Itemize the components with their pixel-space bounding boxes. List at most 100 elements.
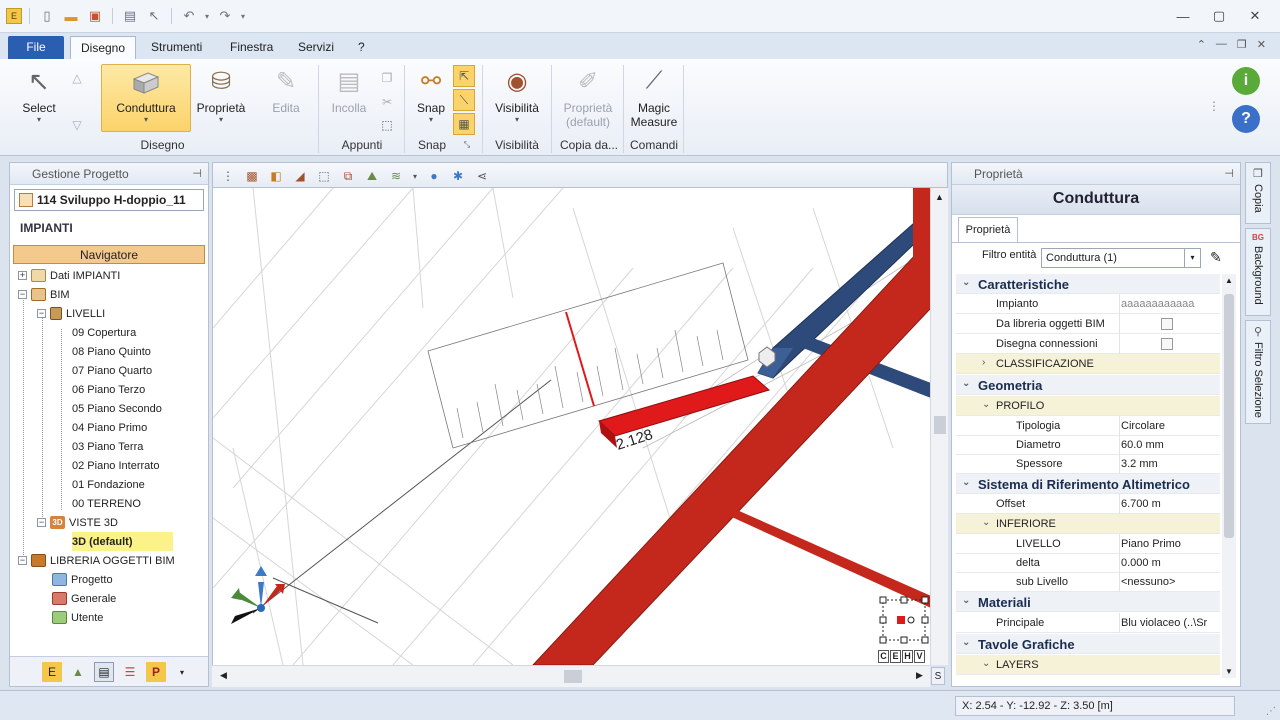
- sphere-icon[interactable]: ●: [425, 167, 443, 185]
- mdi-restore-icon[interactable]: ❐: [1237, 38, 1247, 51]
- tab-file[interactable]: File: [8, 36, 64, 59]
- tree-item-level[interactable]: 03 Piano Terra: [72, 437, 143, 456]
- property-row[interactable]: Offset 6.700 m: [956, 494, 1220, 514]
- tree-item-level[interactable]: 08 Piano Quinto: [72, 342, 151, 361]
- scroll-up-icon[interactable]: △: [66, 67, 88, 89]
- visibilita-button[interactable]: ◉ Visibilità ▾: [490, 65, 544, 125]
- property-row[interactable]: Principale Blu violaceo (..\Sr: [956, 613, 1220, 633]
- snap-button[interactable]: ⚯ Snap ▾: [410, 65, 452, 125]
- tree-item-progetto[interactable]: Progetto: [52, 570, 113, 589]
- snap-endpoint-icon[interactable]: ⇱: [453, 65, 475, 87]
- side-tab-filtro[interactable]: ⚲ Filtro Selezione: [1245, 320, 1271, 424]
- collapse-icon[interactable]: −: [37, 518, 46, 527]
- viewport-horizontal-scrollbar[interactable]: ◀ ▶: [212, 665, 930, 687]
- pin-icon[interactable]: ⊣: [1224, 167, 1234, 180]
- tree-item-level[interactable]: 07 Piano Quarto: [72, 361, 152, 380]
- tree-item-level[interactable]: 01 Fondazione: [72, 475, 145, 494]
- magic-measure-button[interactable]: ⟋ Magic Measure: [628, 65, 680, 129]
- scroll-down-arrow-icon[interactable]: ▼: [1222, 667, 1236, 676]
- subcategory-classificazione[interactable]: › CLASSIFICAZIONE: [956, 354, 1220, 374]
- tree-item-libreria[interactable]: − LIBRERIA OGGETTI BIM: [18, 551, 175, 570]
- checkbox[interactable]: [1161, 338, 1173, 350]
- proprieta-button[interactable]: ⛁ Proprietà ▾: [194, 65, 248, 125]
- tree-item-level[interactable]: 02 Piano Interrato: [72, 456, 159, 475]
- side-tab-background[interactable]: BG Background: [1245, 228, 1271, 316]
- conduttura-button[interactable]: Conduttura ▾: [101, 64, 191, 132]
- chevron-down-icon[interactable]: ▾: [1184, 249, 1200, 267]
- redo-icon[interactable]: ↷: [215, 6, 235, 26]
- collapse-icon[interactable]: −: [18, 556, 27, 565]
- navigator-header[interactable]: Navigatore: [13, 245, 205, 264]
- cut-icon[interactable]: ✂: [376, 91, 398, 113]
- axis-icon[interactable]: ✱: [449, 167, 467, 185]
- collapse-icon[interactable]: −: [37, 309, 46, 318]
- select-button[interactable]: ↖ Select ▾: [14, 65, 64, 125]
- render-icon[interactable]: ▩: [243, 167, 261, 185]
- property-row[interactable]: Impianto aaaaaaaaaaaa: [956, 294, 1220, 314]
- property-row[interactable]: sub Livello <nessuno>: [956, 572, 1220, 592]
- category-geometria[interactable]: ⌄ Geometria: [956, 375, 1220, 395]
- edita-button[interactable]: ✎ Edita: [260, 65, 312, 116]
- tree-item-level[interactable]: 06 Piano Terzo: [72, 380, 145, 399]
- minimize-icon[interactable]: —: [1166, 6, 1200, 26]
- 3d-viewport[interactable]: 2.128: [212, 188, 930, 665]
- view-v-button[interactable]: V: [914, 650, 925, 663]
- expand-icon[interactable]: +: [18, 271, 27, 280]
- close-icon[interactable]: ✕: [1238, 6, 1272, 26]
- scroll-corner-button[interactable]: S: [931, 667, 945, 685]
- tree-item-level[interactable]: 04 Piano Primo: [72, 418, 147, 437]
- grid-icon[interactable]: ⋮: [219, 167, 237, 185]
- tab-disegno[interactable]: Disegno: [70, 36, 137, 59]
- category-tavole[interactable]: ⌄ Tavole Grafiche: [956, 634, 1220, 654]
- property-row[interactable]: Da libreria oggetti BIM: [956, 314, 1220, 334]
- view-c-button[interactable]: C: [878, 650, 889, 663]
- view-e-button[interactable]: E: [890, 650, 901, 663]
- scroll-thumb[interactable]: [934, 416, 946, 434]
- checkbox[interactable]: [1161, 318, 1173, 330]
- project-selector[interactable]: 114 Sviluppo H-doppio_11: [14, 189, 204, 211]
- tree-item-livelli[interactable]: − LIVELLI: [37, 304, 105, 323]
- layers-view-icon[interactable]: ≋: [387, 167, 405, 185]
- terrain-view-icon[interactable]: ⛰: [363, 167, 381, 185]
- scroll-up-arrow-icon[interactable]: ▲: [931, 192, 948, 202]
- dialog-launcher-icon[interactable]: ⤡: [461, 139, 473, 151]
- subcategory-inferiore[interactable]: ⌄ INFERIORE: [956, 514, 1220, 534]
- tree-item-level[interactable]: 09 Copertura: [72, 323, 136, 342]
- select-region-icon[interactable]: ⬚: [376, 114, 398, 136]
- undo-dropdown-icon[interactable]: ▾: [203, 6, 211, 26]
- project-icon[interactable]: E: [42, 662, 62, 682]
- category-materiali[interactable]: ⌄ Materiali: [956, 592, 1220, 612]
- mdi-close-icon[interactable]: ✕: [1257, 38, 1266, 51]
- app-icon[interactable]: E: [6, 8, 22, 24]
- layers-icon[interactable]: ☰: [120, 662, 140, 682]
- tab-finestra[interactable]: Finestra: [220, 36, 283, 59]
- save-icon[interactable]: ▣: [85, 6, 105, 26]
- axis-gizmo[interactable]: [231, 566, 285, 624]
- customize-dropdown-icon[interactable]: ▾: [239, 6, 247, 26]
- view-cube[interactable]: [879, 596, 929, 644]
- property-row[interactable]: Tipologia Circolare: [956, 416, 1220, 436]
- scroll-up-arrow-icon[interactable]: ▲: [1222, 276, 1236, 285]
- undo-icon[interactable]: ↶: [179, 6, 199, 26]
- copy-icon[interactable]: ❐: [376, 67, 398, 89]
- property-row[interactable]: LIVELLO Piano Primo: [956, 534, 1220, 554]
- subcategory-layers[interactable]: ⌄ LAYERS: [956, 655, 1220, 675]
- pin-icon[interactable]: ⊣: [192, 167, 202, 180]
- list-view-icon[interactable]: ▤: [94, 662, 114, 682]
- property-grid-scrollbar[interactable]: ▲ ▼: [1222, 274, 1236, 678]
- property-row[interactable]: Diametro 60.0 mm: [956, 435, 1220, 455]
- category-caratteristiche[interactable]: ⌄ Caratteristiche: [956, 274, 1220, 294]
- property-row[interactable]: Disegna connessioni: [956, 334, 1220, 354]
- proprieta-default-button[interactable]: ✐ Proprietà (default): [557, 65, 619, 130]
- tree-item-utente[interactable]: Utente: [52, 608, 103, 627]
- pointer-icon[interactable]: ↖: [144, 6, 164, 26]
- property-row[interactable]: Spessore 3.2 mm: [956, 454, 1220, 474]
- tree-item-viste[interactable]: − 3D VISTE 3D: [37, 513, 118, 532]
- new-icon[interactable]: ▯: [37, 6, 57, 26]
- tree-item-bim[interactable]: − BIM: [18, 285, 70, 304]
- tree-item-3d-default[interactable]: 3D (default): [72, 532, 173, 551]
- info-icon[interactable]: i: [1232, 67, 1260, 95]
- tree-item-generale[interactable]: Generale: [52, 589, 116, 608]
- view-h-button[interactable]: H: [902, 650, 913, 663]
- filter-select[interactable]: Conduttura (1) ▾: [1041, 248, 1201, 268]
